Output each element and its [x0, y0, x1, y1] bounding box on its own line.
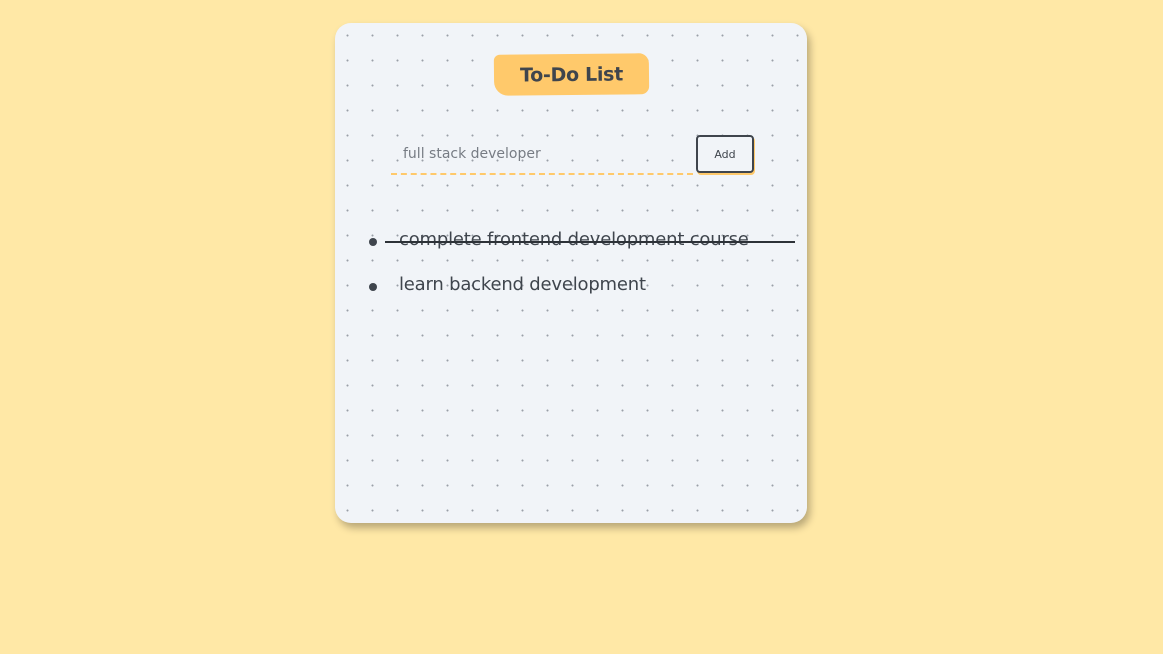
task-text[interactable]: complete frontend development course: [399, 229, 749, 250]
bullet-icon: [369, 283, 377, 291]
todo-card: To-Do List Add complete frontend develop…: [335, 23, 807, 523]
task-item[interactable]: learn backend development: [365, 264, 795, 309]
task-input-wrapper: [391, 135, 693, 177]
task-input[interactable]: [391, 135, 693, 175]
task-text[interactable]: learn backend development: [399, 274, 646, 295]
add-button[interactable]: Add: [696, 135, 754, 173]
title-tag: To-Do List: [493, 53, 650, 96]
page-title: To-Do List: [519, 62, 624, 87]
bullet-icon: [369, 238, 377, 246]
task-item-completed[interactable]: complete frontend development course: [365, 219, 795, 264]
task-list: complete frontend development course lea…: [365, 219, 795, 309]
strikethrough-line: [385, 241, 795, 243]
